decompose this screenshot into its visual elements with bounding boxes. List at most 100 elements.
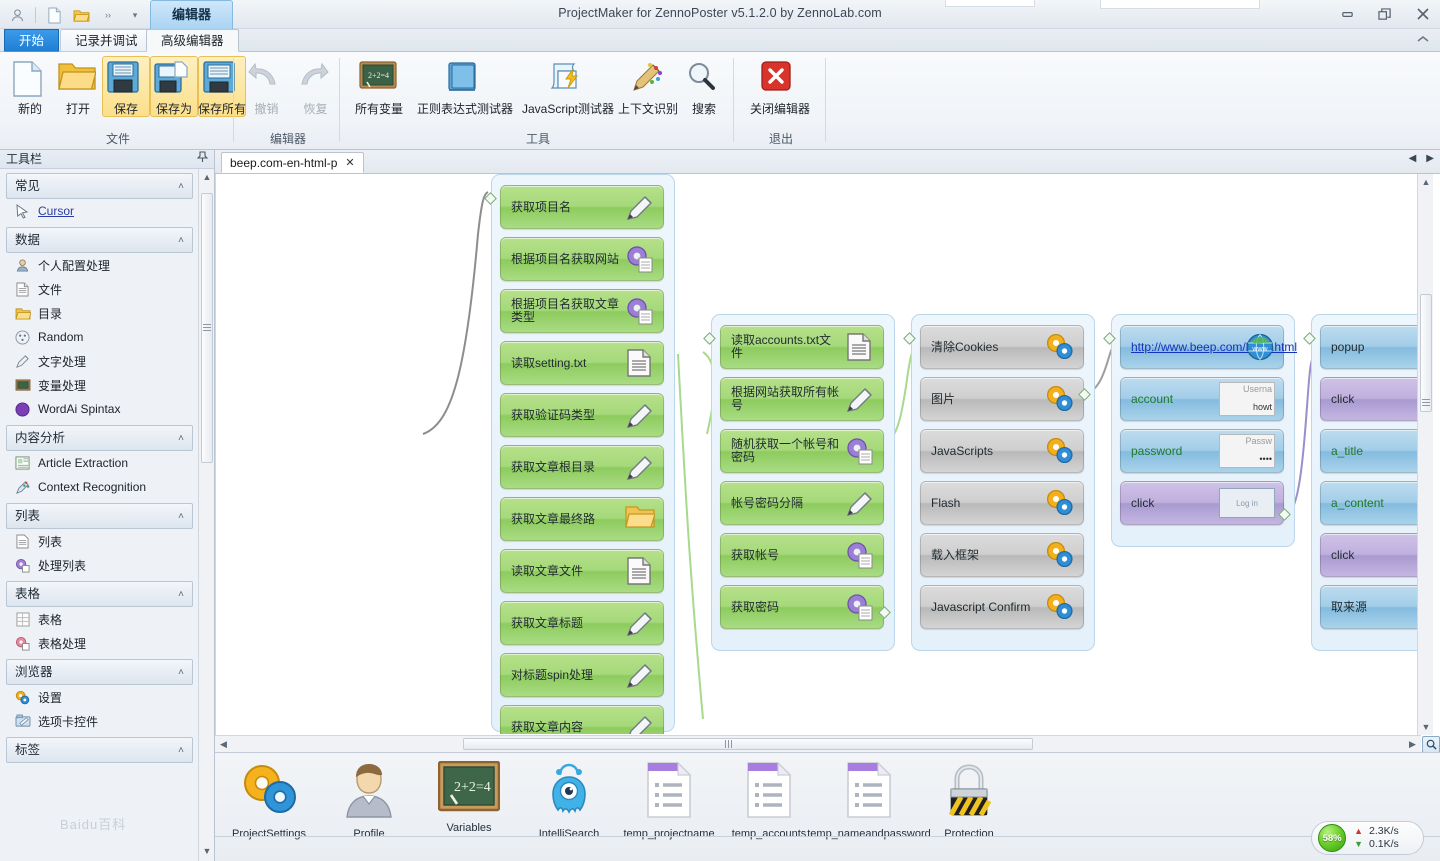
hscroll-left-icon[interactable]: ◀ <box>215 736 232 752</box>
node-label[interactable]: http://www.beep.com/login.html <box>1131 341 1243 354</box>
chevron-up-icon[interactable]: ˄ <box>178 660 184 685</box>
toolbox-item-table-processing[interactable]: 表格处理 <box>0 631 199 655</box>
node-click-1[interactable]: click <box>1320 377 1422 421</box>
toolbox-group-header-content-analysis[interactable]: 内容分析 ˄ <box>6 425 193 451</box>
node-images[interactable]: 图片 <box>920 377 1084 421</box>
node-get-password[interactable]: 获取密码 <box>720 585 884 629</box>
node-get-captcha-type[interactable]: 获取验证码类型 <box>500 393 664 437</box>
ribbon-button-new[interactable]: 新的 <box>6 56 54 117</box>
nav-next-icon[interactable]: ▶ <box>1426 153 1434 164</box>
toolbox-item-profile[interactable]: 个人配置处理 <box>0 253 199 277</box>
toolbox-item-tab-control[interactable]: 选项卡控件 <box>0 709 199 733</box>
toolbox-group-header-common[interactable]: 常见 ˄ <box>6 173 193 199</box>
ribbon-button-save-as[interactable]: 保存为 <box>150 56 198 117</box>
restore-button[interactable] <box>1374 4 1396 24</box>
toolbox-item-directory[interactable]: 目录 <box>0 301 199 325</box>
dock-item-intellisearch[interactable]: IntelliSearch <box>533 761 605 840</box>
node-get-article-content[interactable]: 获取文章内容 <box>500 705 664 734</box>
chevron-up-icon[interactable]: ˄ <box>178 426 184 451</box>
group-post[interactable]: popup click a_title a_content click <box>1311 314 1422 651</box>
toolbox-item-file[interactable]: 文件 <box>0 277 199 301</box>
scroll-up-icon[interactable]: ▲ <box>199 169 215 185</box>
toolbox-item-list-processing[interactable]: 处理列表 <box>0 553 199 577</box>
group-browser-settings[interactable]: 清除Cookies 图片 JavaScripts Flash 载入框架 <box>911 314 1095 651</box>
ribbon-button-save[interactable]: 保存 <box>102 56 150 117</box>
hscroll-thumb[interactable] <box>463 738 1033 750</box>
toolbox-item-random[interactable]: Random <box>0 325 199 349</box>
dock-item-temp-accounts[interactable]: temp_accounts <box>733 761 805 840</box>
toolbox-item-label[interactable]: Cursor <box>38 204 74 218</box>
nav-prev-icon[interactable]: ◀ <box>1409 153 1417 164</box>
vscroll-down-icon[interactable]: ▼ <box>1418 719 1434 735</box>
dock-item-project-settings[interactable]: ProjectSettings <box>233 761 305 840</box>
dock-item-temp-projectname[interactable]: temp_projectname <box>633 761 705 840</box>
node-click-login[interactable]: click Log in <box>1120 481 1284 525</box>
scroll-down-icon[interactable]: ▼ <box>199 843 215 859</box>
dock-item-variables[interactable]: 2+2=4 Variables <box>433 761 505 834</box>
node-popup[interactable]: popup <box>1320 325 1422 369</box>
hscroll-right-icon[interactable]: ▶ <box>1404 736 1421 752</box>
toolbox-item-context-recognition[interactable]: Context Recognition <box>0 475 199 499</box>
node-a-title[interactable]: a_title <box>1320 429 1422 473</box>
node-account-field[interactable]: account Userna howt <box>1120 377 1284 421</box>
toolbox-item-wordai-spintax[interactable]: WordAi Spintax <box>0 397 199 421</box>
account-input-preview[interactable]: Userna howt <box>1219 382 1275 416</box>
chevron-up-icon[interactable]: ˄ <box>178 228 184 253</box>
node-javascript-confirm[interactable]: Javascript Confirm <box>920 585 1084 629</box>
password-input-preview[interactable]: Passw •••• <box>1219 434 1275 468</box>
toolbox-group-header-data[interactable]: 数据 ˄ <box>6 227 193 253</box>
toolbox-body[interactable]: 常见 ˄ Cursor 数据 ˄ 个人配置处理 <box>0 169 199 861</box>
close-button[interactable] <box>1412 4 1434 24</box>
node-password-field[interactable]: password Passw •••• <box>1120 429 1284 473</box>
close-icon[interactable]: ✕ <box>345 153 354 173</box>
node-get-project-name[interactable]: 获取项目名 <box>500 185 664 229</box>
node-get-all-accounts-by-site[interactable]: 根据网站获取所有帐号 <box>720 377 884 421</box>
tab-record-debug[interactable]: 记录并调试 <box>60 29 153 52</box>
canvas-horizontal-scrollbar[interactable]: ◀ ▶ <box>215 735 1421 752</box>
node-flash[interactable]: Flash <box>920 481 1084 525</box>
toolbox-group-header-list[interactable]: 列表 ˄ <box>6 503 193 529</box>
toolbox-item-article-extraction[interactable]: Article Extraction <box>0 451 199 475</box>
canvas-vertical-scrollbar[interactable]: ▲ ▼ <box>1417 174 1433 735</box>
document-tab[interactable]: beep.com-en-html-p ✕ <box>221 152 364 173</box>
node-javascripts[interactable]: JavaScripts <box>920 429 1084 473</box>
dock-item-temp-nameandpassword[interactable]: temp_nameandpassword <box>833 761 905 840</box>
toolbox-item-text-processing[interactable]: 文字处理 <box>0 349 199 373</box>
contextual-tab-editor[interactable]: 编辑器 <box>150 0 233 29</box>
pin-icon[interactable] <box>197 150 208 169</box>
node-split-account-password[interactable]: 帐号密码分隔 <box>720 481 884 525</box>
node-get-article-title[interactable]: 获取文章标题 <box>500 601 664 645</box>
ribbon-button-undo[interactable]: 撤销 <box>242 56 291 117</box>
node-click-2[interactable]: click <box>1320 533 1422 577</box>
node-load-frames[interactable]: 载入框架 <box>920 533 1084 577</box>
group-project-setup[interactable]: 获取项目名 根据项目名获取网站 根据项目名获取文章类型 读取setting.tx… <box>491 174 675 732</box>
ribbon-collapse-icon[interactable] <box>1416 32 1430 47</box>
node-get-site-by-project[interactable]: 根据项目名获取网站 <box>500 237 664 281</box>
node-read-setting-txt[interactable]: 读取setting.txt <box>500 341 664 385</box>
ribbon-button-javascript-tester[interactable]: JavaScript测试器 <box>520 56 616 117</box>
node-get-article-final-path[interactable]: 获取文章最终路 <box>500 497 664 541</box>
toolbox-item-cursor[interactable]: Cursor <box>0 199 199 223</box>
group-accounts[interactable]: 读取accounts.txt文件 根据网站获取所有帐号 随机获取一个帐号和密码 … <box>711 314 895 651</box>
toolbox-item-table[interactable]: 表格 <box>0 607 199 631</box>
ribbon-button-regex-tester[interactable]: 正则表达式测试器 <box>410 56 520 117</box>
ribbon-button-open[interactable]: 打开 <box>54 56 102 117</box>
ribbon-button-redo[interactable]: 恢复 <box>291 56 340 117</box>
toolbox-scrollbar[interactable]: ▲ ▼ <box>198 169 214 861</box>
toolbox-group-header-browser[interactable]: 浏览器 ˄ <box>6 659 193 685</box>
chevron-up-icon[interactable]: ˄ <box>178 174 184 199</box>
node-a-content[interactable]: a_content <box>1320 481 1422 525</box>
chevron-up-icon[interactable]: ˄ <box>178 504 184 529</box>
chevron-up-icon[interactable]: ˄ <box>178 738 184 763</box>
toolbox-group-header-table[interactable]: 表格 ˄ <box>6 581 193 607</box>
toolbox-item-list[interactable]: 列表 <box>0 529 199 553</box>
chevron-up-icon[interactable]: ˄ <box>178 582 184 607</box>
minimize-button[interactable] <box>1336 4 1358 24</box>
ribbon-button-close-editor[interactable]: 关闭编辑器 <box>744 56 816 117</box>
toolbox-item-variable-processing[interactable]: 变量处理 <box>0 373 199 397</box>
vscroll-up-icon[interactable]: ▲ <box>1418 174 1434 190</box>
tab-advanced-editor[interactable]: 高级编辑器 <box>146 29 239 52</box>
flowchart-canvas[interactable]: Start 获取项目名 根据项目名获取网站 根据项目名获取文章类型 读 <box>216 174 1422 734</box>
node-random-account-password[interactable]: 随机获取一个帐号和密码 <box>720 429 884 473</box>
node-open-login-url[interactable]: http://www.beep.com/login.html www <box>1120 325 1284 369</box>
